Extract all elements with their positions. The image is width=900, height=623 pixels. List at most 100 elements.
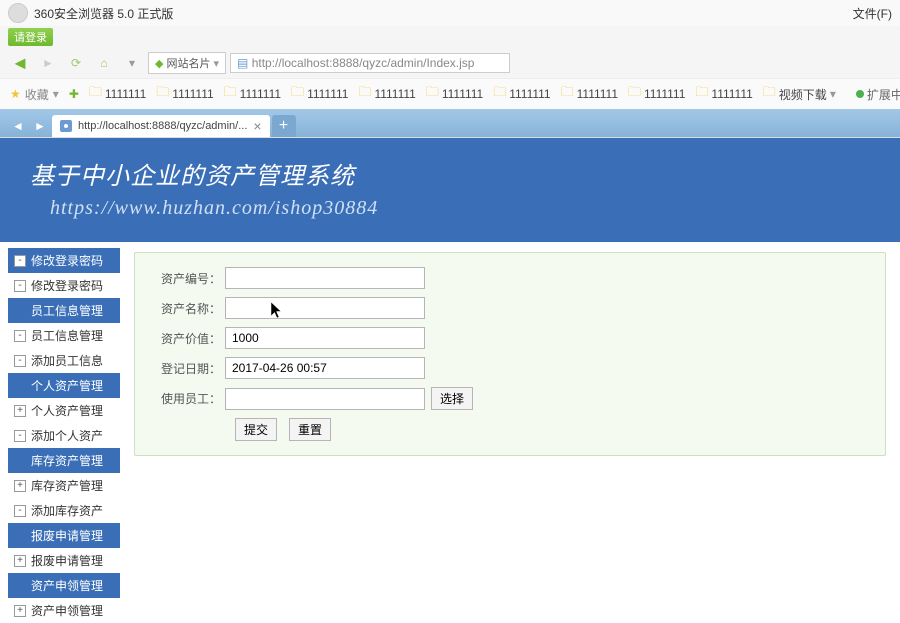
- folder-icon: 🗀: [493, 83, 506, 105]
- sidebar-item-label: 员工信息管理: [31, 327, 103, 344]
- sidebar-section-header[interactable]: 库存资产管理: [8, 448, 120, 473]
- bookmark-folder[interactable]: 🗀1111111: [561, 83, 618, 105]
- folder-icon: 🗀: [695, 83, 708, 105]
- reload-button[interactable]: ⟳: [64, 52, 88, 74]
- url-wrap: ◆ 网站名片 ▾ ▤ http://localhost:8888/qyzc/ad…: [148, 52, 510, 74]
- title-bar: 360安全浏览器 5.0 正式版 文件(F): [0, 0, 900, 26]
- collapse-icon[interactable]: -: [14, 430, 26, 442]
- browser-tab[interactable]: http://localhost:8888/qyzc/admin/... ×: [52, 115, 270, 137]
- folder-icon: 🗀: [628, 83, 641, 105]
- folder-icon: 🗀: [561, 83, 574, 105]
- bookmarks-bar: ★ 收藏 ▾ ✚ 🗀1111111 🗀1111111 🗀1111111 🗀111…: [0, 78, 900, 109]
- sidebar-item-label: 库存资产管理: [31, 477, 103, 494]
- form-actions: 提交 重置: [145, 418, 875, 441]
- url-input[interactable]: ▤ http://localhost:8888/qyzc/admin/Index…: [230, 53, 510, 73]
- form-row-asset-name: 资产名称：: [145, 297, 875, 319]
- folder-icon: 🗀: [358, 83, 371, 105]
- input-register-date[interactable]: [225, 357, 425, 379]
- bookmark-video-dl[interactable]: 🗀视频下载▾: [763, 83, 836, 105]
- puzzle-icon: [856, 90, 864, 98]
- sidebar-item-label: 添加员工信息: [31, 352, 103, 369]
- sidebar: -修改登录密码-修改登录密码员工信息管理-员工信息管理-添加员工信息个人资产管理…: [0, 242, 120, 623]
- select-employee-button[interactable]: 选择: [431, 387, 473, 410]
- sidebar-section-header[interactable]: -修改登录密码: [8, 248, 120, 273]
- folder-icon: 🗀: [224, 83, 237, 105]
- reset-button[interactable]: 重置: [289, 418, 331, 441]
- main-content: 资产编号： 资产名称： 资产价值： 登记日期： 使用员工：: [120, 242, 900, 623]
- sidebar-item[interactable]: + 个人资产管理: [8, 398, 120, 423]
- sidebar-item-label: 添加个人资产: [31, 427, 103, 444]
- bookmark-folder[interactable]: 🗀1111111: [493, 83, 550, 105]
- sidebar-item[interactable]: +资产申领管理: [8, 598, 120, 623]
- sidebar-item-label: 报废申请管理: [31, 527, 103, 544]
- input-employee[interactable]: [225, 388, 425, 410]
- form-row-employee: 使用员工： 选择: [145, 387, 875, 410]
- input-asset-name[interactable]: [225, 297, 425, 319]
- ext-center[interactable]: 扩展中心: [856, 86, 900, 103]
- sidebar-item[interactable]: -添加库存资产: [8, 498, 120, 523]
- app-icon: [8, 3, 28, 23]
- input-asset-no[interactable]: [225, 267, 425, 289]
- expand-icon[interactable]: +: [14, 405, 26, 417]
- folder-icon: 🗀: [763, 83, 776, 105]
- add-bookmark-icon[interactable]: ✚: [69, 87, 79, 101]
- form-row-asset-value: 资产价值：: [145, 327, 875, 349]
- sidebar-section-header[interactable]: 个人资产管理: [8, 373, 120, 398]
- expand-icon[interactable]: +: [14, 480, 26, 492]
- collapse-icon[interactable]: -: [14, 255, 26, 267]
- favorites-label[interactable]: ★ 收藏 ▾: [10, 86, 59, 103]
- window-title: 360安全浏览器 5.0 正式版: [34, 5, 853, 22]
- sidebar-item[interactable]: + 报废申请管理: [8, 548, 120, 573]
- sidebar-item-label: 库存资产管理: [31, 452, 103, 469]
- menu-file[interactable]: 文件(F): [853, 5, 892, 22]
- expand-icon[interactable]: +: [14, 605, 26, 617]
- sidebar-item[interactable]: -修改登录密码: [8, 273, 120, 298]
- bookmark-folder[interactable]: 🗀1111111: [426, 83, 483, 105]
- sidebar-section-header[interactable]: 员工信息管理: [8, 298, 120, 323]
- submit-button[interactable]: 提交: [235, 418, 277, 441]
- label-asset-name: 资产名称：: [145, 300, 225, 317]
- sidebar-item[interactable]: + 库存资产管理: [8, 473, 120, 498]
- page-subtitle: https://www.huzhan.com/ishop30884: [30, 197, 870, 220]
- new-tab-button[interactable]: +: [272, 115, 296, 137]
- home-button[interactable]: ⌂: [92, 52, 116, 74]
- input-asset-value[interactable]: [225, 327, 425, 349]
- collapse-icon[interactable]: -: [14, 505, 26, 517]
- sidebar-item[interactable]: -员工信息管理: [8, 323, 120, 348]
- sidebar-item[interactable]: -添加员工信息: [8, 348, 120, 373]
- back-button[interactable]: ◄: [8, 52, 32, 74]
- sidebar-item-label: 修改登录密码: [31, 277, 103, 294]
- forward-button[interactable]: ►: [36, 52, 60, 74]
- collapse-icon[interactable]: -: [14, 355, 26, 367]
- folder-icon: 🗀: [156, 83, 169, 105]
- tab-next-button[interactable]: ►: [30, 115, 50, 137]
- bookmark-folder[interactable]: 🗀1111111: [628, 83, 685, 105]
- label-asset-value: 资产价值：: [145, 330, 225, 347]
- sidebar-section-header[interactable]: 报废申请管理: [8, 523, 120, 548]
- bookmark-folder[interactable]: 🗀1111111: [156, 83, 213, 105]
- form-panel: 资产编号： 资产名称： 资产价值： 登记日期： 使用员工：: [134, 252, 886, 456]
- label-employee: 使用员工：: [145, 390, 225, 407]
- bookmark-folder[interactable]: 🗀1111111: [224, 83, 281, 105]
- bookmark-folder[interactable]: 🗀1111111: [89, 83, 146, 105]
- sidebar-section-header[interactable]: 资产申领管理: [8, 573, 120, 598]
- bookmark-folder[interactable]: 🗀1111111: [695, 83, 752, 105]
- sidebar-item-label: 报废申请管理: [31, 552, 103, 569]
- stop-button[interactable]: ▾: [120, 52, 144, 74]
- expand-icon[interactable]: +: [14, 555, 26, 567]
- tab-close-button[interactable]: ×: [253, 119, 261, 133]
- sidebar-item[interactable]: -添加个人资产: [8, 423, 120, 448]
- collapse-icon[interactable]: -: [14, 330, 26, 342]
- form-row-asset-no: 资产编号：: [145, 267, 875, 289]
- tab-favicon-icon: [60, 120, 72, 132]
- tab-prev-button[interactable]: ◄: [8, 115, 28, 137]
- sidebar-item-label: 个人资产管理: [31, 402, 103, 419]
- folder-icon: 🗀: [89, 83, 102, 105]
- site-card-button[interactable]: ◆ 网站名片 ▾: [148, 52, 226, 74]
- bookmark-folder[interactable]: 🗀1111111: [291, 83, 348, 105]
- collapse-icon[interactable]: -: [14, 280, 26, 292]
- bookmark-folder[interactable]: 🗀1111111: [358, 83, 415, 105]
- label-asset-no: 资产编号：: [145, 270, 225, 287]
- browser-chrome: 360安全浏览器 5.0 正式版 文件(F) 请登录 ◄ ► ⟳ ⌂ ▾ ◆ 网…: [0, 0, 900, 138]
- login-badge[interactable]: 请登录: [8, 28, 53, 46]
